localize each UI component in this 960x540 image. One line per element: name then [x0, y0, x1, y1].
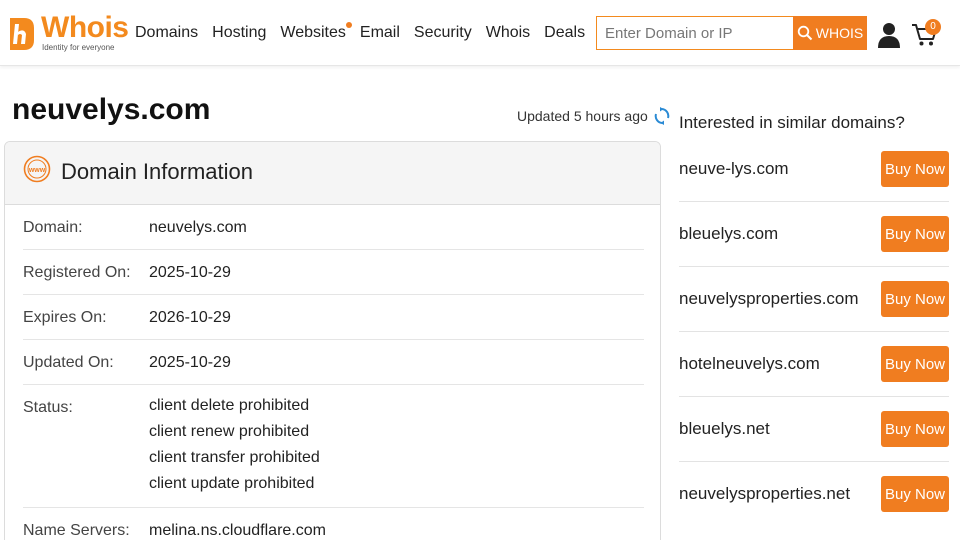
nav-deals[interactable]: Deals — [544, 22, 585, 44]
row-label: Domain: — [23, 219, 83, 236]
search-form: WHOIS — [596, 16, 867, 50]
similar-domains-heading: Interested in similar domains? — [679, 113, 905, 132]
row-value: neuvelys.com — [149, 219, 247, 236]
list-item: hotelneuvelys.com Buy Now — [679, 332, 949, 397]
row-label: Name Servers: — [23, 522, 130, 539]
row-label: Updated On: — [23, 354, 114, 371]
nav-websites-label: Websites — [280, 24, 346, 41]
similar-domains-list: neuve-lys.com Buy Now bleuelys.com Buy N… — [679, 137, 949, 527]
nav-security[interactable]: Security — [414, 22, 472, 44]
buy-now-button[interactable]: Buy Now — [881, 476, 949, 512]
list-item: bleuelys.com Buy Now — [679, 202, 949, 267]
nav-hosting[interactable]: Hosting — [212, 22, 266, 44]
logo-mark-icon — [10, 18, 34, 50]
similar-domain-name: hotelneuvelys.com — [679, 354, 820, 373]
nav-domains[interactable]: Domains — [135, 22, 198, 44]
svg-text:www: www — [28, 167, 46, 174]
refresh-icon[interactable] — [654, 107, 670, 125]
www-globe-icon: www — [23, 155, 51, 183]
buy-now-button[interactable]: Buy Now — [881, 151, 949, 187]
row-label: Status: — [23, 399, 73, 416]
card-title: Domain Information — [61, 159, 253, 184]
whois-search-button[interactable]: WHOIS — [793, 16, 867, 50]
row-value: 2025-10-29 — [149, 354, 231, 371]
nav-websites[interactable]: Websites — [280, 22, 352, 44]
info-row-expires: Expires On: 2026-10-29 — [23, 295, 644, 340]
logo-wordmark: Whois — [41, 11, 129, 44]
info-row-nameservers: Name Servers: melina.ns.cloudflare.com — [23, 508, 644, 540]
list-item: neuvelysproperties.com Buy Now — [679, 267, 949, 332]
similar-domain-name: neuvelysproperties.net — [679, 484, 851, 503]
main-nav: Domains Hosting Websites Email Security … — [135, 22, 599, 44]
list-item: bleuelys.net Buy Now — [679, 397, 949, 462]
whois-logo[interactable]: Whois Identity for everyone — [4, 12, 129, 54]
info-row-registered: Registered On: 2025-10-29 — [23, 250, 644, 295]
similar-domain-name: neuvelysproperties.com — [679, 289, 859, 308]
search-button-label: WHOIS — [815, 25, 864, 41]
page-title: neuvelys.com — [12, 93, 211, 126]
buy-now-button[interactable]: Buy Now — [881, 281, 949, 317]
row-value: melina.ns.cloudflare.com — [149, 522, 326, 539]
logo-tagline: Identity for everyone — [42, 43, 115, 52]
status-item: client update prohibited — [149, 475, 315, 492]
buy-now-button[interactable]: Buy Now — [881, 411, 949, 447]
domain-info-card: www Domain Information Domain: neuvelys.… — [4, 141, 661, 540]
similar-domain-name: neuve-lys.com — [679, 159, 789, 178]
list-item: neuvelysproperties.net Buy Now — [679, 462, 949, 527]
updated-status: Updated 5 hours ago — [517, 107, 670, 125]
info-row-updated: Updated On: 2025-10-29 — [23, 340, 644, 385]
status-item: client delete prohibited — [149, 397, 310, 414]
similar-domain-name: bleuelys.net — [679, 419, 770, 438]
info-rows: Domain: neuvelys.com Registered On: 2025… — [23, 205, 644, 540]
search-icon — [797, 25, 812, 41]
site-header: Whois Identity for everyone Domains Host… — [0, 0, 960, 66]
buy-now-button[interactable]: Buy Now — [881, 216, 949, 252]
info-row-domain: Domain: neuvelys.com — [23, 205, 644, 250]
user-account-icon[interactable] — [877, 22, 901, 48]
nav-whois[interactable]: Whois — [486, 22, 530, 44]
new-indicator-dot — [345, 22, 352, 28]
status-item: client renew prohibited — [149, 423, 310, 440]
row-value: 2026-10-29 — [149, 309, 231, 326]
card-header: www Domain Information — [5, 142, 660, 205]
status-list: client delete prohibited client renew pr… — [149, 393, 320, 497]
buy-now-button[interactable]: Buy Now — [881, 346, 949, 382]
info-row-status: Status: client delete prohibited client … — [23, 385, 644, 508]
row-label: Registered On: — [23, 264, 131, 281]
search-input[interactable] — [596, 16, 793, 50]
updated-text: Updated 5 hours ago — [517, 108, 648, 124]
similar-domain-name: bleuelys.com — [679, 224, 779, 243]
row-value: 2025-10-29 — [149, 264, 231, 281]
cart-count-badge: 0 — [925, 19, 941, 35]
list-item: neuve-lys.com Buy Now — [679, 137, 949, 202]
row-label: Expires On: — [23, 309, 107, 326]
status-item: client transfer prohibited — [149, 449, 320, 466]
nav-email[interactable]: Email — [360, 22, 400, 44]
